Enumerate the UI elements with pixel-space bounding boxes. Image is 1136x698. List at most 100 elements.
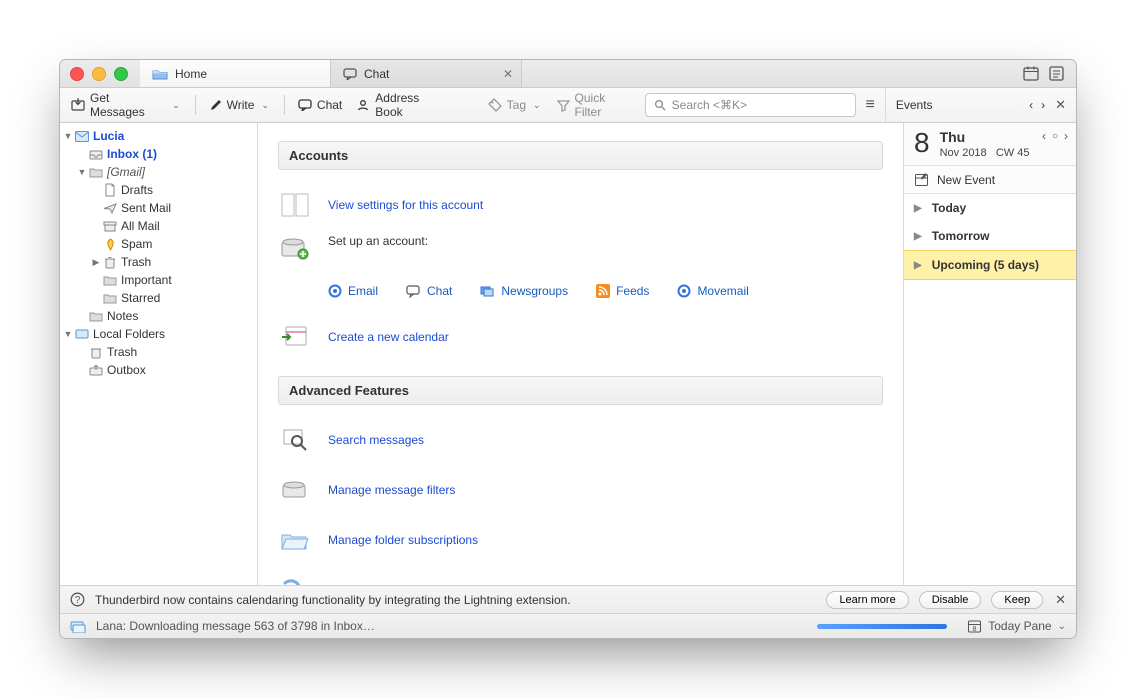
trash-icon xyxy=(88,346,104,359)
option-label: Search messages xyxy=(328,433,424,447)
zoom-window-button[interactable] xyxy=(114,67,128,81)
setup-newsgroups[interactable]: Newsgroups xyxy=(480,284,568,298)
setup-account-row: Set up an account: xyxy=(278,230,883,280)
setup-feeds[interactable]: Feeds xyxy=(596,284,649,298)
date-today-button[interactable]: ○ xyxy=(1052,131,1058,142)
account-row[interactable]: ▼ Lucia xyxy=(60,127,257,145)
calendar-tab-icon[interactable] xyxy=(1023,66,1039,81)
date-block: 8 Thu Nov 2018 CW 45 ‹ ○ › xyxy=(904,123,1076,166)
starred-row[interactable]: Starred xyxy=(60,289,257,307)
events-title: Events xyxy=(896,98,933,112)
outbox-row[interactable]: Outbox xyxy=(60,361,257,379)
upcoming-group[interactable]: ▶Upcoming (5 days) xyxy=(904,250,1076,280)
today-pane-toggle[interactable]: 8 Today Pane ⌄ xyxy=(967,619,1066,633)
events-close-button[interactable]: ✕ xyxy=(1055,97,1066,113)
tab-label: Chat xyxy=(364,67,389,81)
date-nav: ‹ ○ › xyxy=(1042,129,1068,143)
search-input[interactable]: Search <⌘K> xyxy=(645,93,856,117)
tab-home[interactable]: Home xyxy=(140,60,331,87)
tree-label: Starred xyxy=(121,291,160,305)
toolbar-left: Get Messages ⌄ Write ⌄ Chat Address Book xyxy=(60,88,645,122)
sent-mail-row[interactable]: Sent Mail xyxy=(60,199,257,217)
disclosure-triangle-icon[interactable]: ▶ xyxy=(90,257,102,268)
address-book-button[interactable]: Address Book xyxy=(351,88,453,122)
day-number: 8 xyxy=(914,129,930,157)
chat-button[interactable]: Chat xyxy=(293,95,347,115)
inbox-row[interactable]: Inbox (1) xyxy=(60,145,257,163)
manage-filters-row[interactable]: Manage message filters xyxy=(278,465,883,515)
chat-icon xyxy=(343,68,357,80)
tree-label: [Gmail] xyxy=(107,165,145,179)
tag-button[interactable]: Tag ⌄ xyxy=(483,95,548,115)
toolbar-label: Quick Filter xyxy=(575,91,634,119)
minimize-window-button[interactable] xyxy=(92,67,106,81)
search-icon xyxy=(654,99,666,111)
tree-label: All Mail xyxy=(121,219,160,233)
toolbar-label: Write xyxy=(227,98,255,112)
chevron-down-icon[interactable]: ⌄ xyxy=(259,100,271,111)
create-calendar-row[interactable]: Create a new calendar xyxy=(278,312,883,362)
events-next-button[interactable]: › xyxy=(1041,98,1045,112)
all-mail-row[interactable]: All Mail xyxy=(60,217,257,235)
disable-button[interactable]: Disable xyxy=(919,591,982,609)
notification-text: Thunderbird now contains calendaring fun… xyxy=(95,593,571,607)
app-menu-button[interactable]: ≡ xyxy=(866,96,875,114)
learn-more-button[interactable]: Learn more xyxy=(826,591,908,609)
toolbar-separator xyxy=(195,95,196,115)
write-button[interactable]: Write ⌄ xyxy=(204,95,276,115)
group-label: Upcoming (5 days) xyxy=(932,258,1039,272)
tab-close-button[interactable]: ✕ xyxy=(503,67,513,81)
app-window: Home Chat ✕ Get Messages ⌄ xyxy=(59,59,1077,639)
folder-subs-row[interactable]: Manage folder subscriptions xyxy=(278,515,883,565)
email-icon xyxy=(328,284,342,298)
toolbar-label: Address Book xyxy=(375,91,448,119)
funnel-icon xyxy=(557,99,570,112)
folder-icon xyxy=(88,167,104,178)
gmail-folder-row[interactable]: ▼ [Gmail] xyxy=(60,163,257,181)
svg-text:8: 8 xyxy=(973,626,977,633)
notes-row[interactable]: Notes xyxy=(60,307,257,325)
disclosure-triangle-icon[interactable]: ▼ xyxy=(62,131,74,141)
today-group[interactable]: ▶Today xyxy=(904,194,1076,222)
close-window-button[interactable] xyxy=(70,67,84,81)
tomorrow-group[interactable]: ▶Tomorrow xyxy=(904,222,1076,250)
setup-email[interactable]: Email xyxy=(328,284,378,298)
get-messages-button[interactable]: Get Messages ⌄ xyxy=(66,88,187,122)
view-settings-row[interactable]: View settings for this account xyxy=(278,180,883,230)
toolbar-separator xyxy=(284,95,285,115)
accounts-section-header: Accounts xyxy=(278,141,883,170)
events-prev-button[interactable]: ‹ xyxy=(1029,98,1033,112)
setup-chat[interactable]: Chat xyxy=(406,284,452,298)
disclosure-triangle-icon[interactable]: ▼ xyxy=(62,329,74,339)
drafts-icon xyxy=(102,183,118,197)
outbox-icon xyxy=(88,365,104,376)
setup-movemail[interactable]: Movemail xyxy=(677,284,748,298)
notification-close-button[interactable]: ✕ xyxy=(1055,592,1066,608)
keep-button[interactable]: Keep xyxy=(991,591,1043,609)
date-prev-button[interactable]: ‹ xyxy=(1042,129,1046,143)
date-next-button[interactable]: › xyxy=(1064,129,1068,143)
tree-label: Local Folders xyxy=(93,327,165,341)
add-account-icon xyxy=(278,234,312,262)
chevron-down-icon: ⌄ xyxy=(1058,621,1066,632)
main-toolbar: Get Messages ⌄ Write ⌄ Chat Address Book xyxy=(60,88,1076,123)
local-trash-row[interactable]: Trash xyxy=(60,343,257,361)
important-row[interactable]: Important xyxy=(60,271,257,289)
drafts-row[interactable]: Drafts xyxy=(60,181,257,199)
advanced-section-header: Advanced Features xyxy=(278,376,883,405)
trash-row[interactable]: ▶Trash xyxy=(60,253,257,271)
spam-row[interactable]: Spam xyxy=(60,235,257,253)
local-folders-row[interactable]: ▼ Local Folders xyxy=(60,325,257,343)
chevron-down-icon[interactable]: ⌄ xyxy=(531,100,543,111)
disclosure-triangle-icon: ▶ xyxy=(914,231,922,242)
new-event-button[interactable]: New Event xyxy=(904,166,1076,194)
mail-account-icon xyxy=(74,131,90,142)
quick-filter-button[interactable]: Quick Filter xyxy=(552,88,639,122)
tab-chat[interactable]: Chat ✕ xyxy=(331,60,522,87)
disclosure-triangle-icon[interactable]: ▼ xyxy=(76,167,88,177)
chevron-down-icon[interactable]: ⌄ xyxy=(170,100,182,111)
search-messages-row[interactable]: Search messages xyxy=(278,415,883,465)
folder-icon xyxy=(88,311,104,322)
offline-settings-row[interactable]: Offline settings xyxy=(278,565,883,585)
tasks-tab-icon[interactable] xyxy=(1049,66,1064,81)
